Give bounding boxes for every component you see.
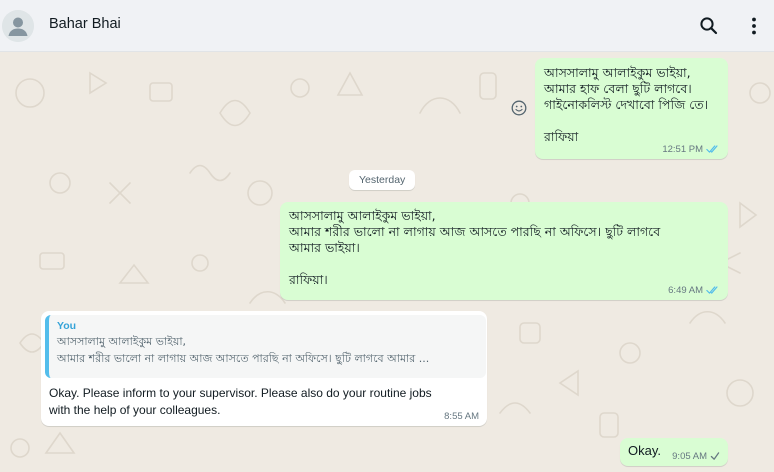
single-check-delivered-icon — [710, 452, 720, 460]
message-text: Okay. — [628, 443, 661, 458]
conversation-panel[interactable]: আসসালামু আলাইকুম ভাইয়া, আমার হাফ বেলা ছ… — [0, 53, 774, 472]
message-meta: 6:49 AM — [668, 285, 720, 296]
double-check-read-icon — [706, 286, 718, 294]
contact-name[interactable]: Bahar Bhai — [49, 16, 121, 32]
chat-header: Bahar Bhai — [0, 0, 774, 52]
message-time: 12:51 PM — [662, 144, 703, 155]
outgoing-message-bubble[interactable]: Okay. 9:05 AM — [620, 438, 728, 466]
kebab-menu-icon[interactable] — [741, 13, 767, 39]
search-icon[interactable] — [696, 13, 722, 39]
message-text: আসসালামু আলাইকুম ভাইয়া, আমার হাফ বেলা ছ… — [544, 65, 709, 144]
outgoing-message-bubble[interactable]: আসসালামু আলাইকুম ভাইয়া, আমার শরীর ভালো … — [280, 202, 728, 300]
message-meta: 8:55 AM — [444, 411, 479, 422]
emoji-smiley-icon — [511, 100, 527, 116]
quoted-text: আসসালামু আলাইকুম ভাইয়া, আমার শরীর ভালো … — [57, 335, 430, 365]
incoming-message-bubble[interactable]: You আসসালামু আলাইকুম ভাইয়া, আমার শরীর ভ… — [41, 311, 487, 426]
emoji-reaction-button[interactable] — [509, 98, 529, 118]
default-avatar-icon — [2, 10, 34, 42]
quoted-author: You — [57, 320, 77, 332]
double-check-read-icon — [706, 145, 718, 153]
message-meta: 9:05 AM — [672, 451, 720, 462]
message-time: 6:49 AM — [668, 285, 703, 296]
outgoing-message-bubble[interactable]: আসসালামু আলাইকুম ভাইয়া, আমার হাফ বেলা ছ… — [535, 58, 728, 159]
contact-avatar[interactable] — [2, 10, 34, 42]
message-meta: 12:51 PM — [662, 144, 720, 155]
message-text: আসসালামু আলাইকুম ভাইয়া, আমার শরীর ভালো … — [289, 208, 661, 287]
message-time: 9:05 AM — [672, 451, 707, 462]
quoted-message[interactable]: You আসসালামু আলাইকুম ভাইয়া, আমার শরীর ভ… — [45, 315, 486, 378]
message-time: 8:55 AM — [444, 411, 479, 422]
message-text: Okay. Please inform to your supervisor. … — [49, 386, 432, 417]
date-separator: Yesterday — [349, 170, 416, 190]
